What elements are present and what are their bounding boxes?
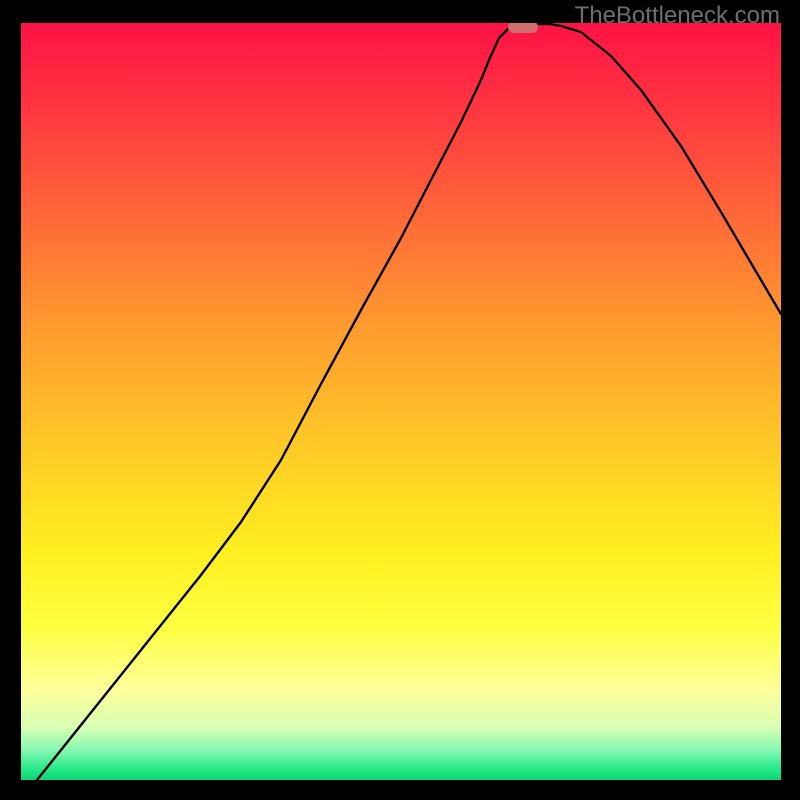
gradient-background (21, 23, 781, 780)
optimal-marker (508, 23, 538, 33)
bottleneck-chart (21, 23, 781, 780)
chart-frame: TheBottleneck.com (0, 0, 800, 800)
plot-area (21, 23, 781, 780)
